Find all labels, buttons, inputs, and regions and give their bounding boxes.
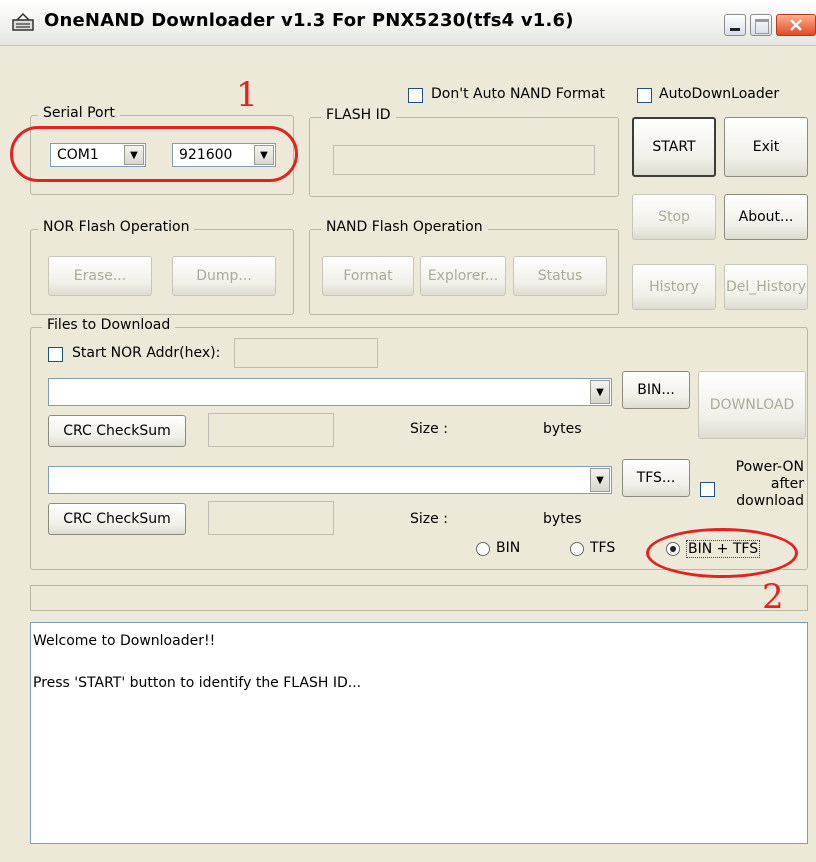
bin-file-select[interactable]: ▼ (48, 378, 612, 406)
close-icon (790, 19, 802, 31)
nand-flash-label: NAND Flash Operation (321, 219, 488, 235)
tfs-file-select[interactable]: ▼ (48, 466, 612, 494)
annotation-oval-2 (646, 528, 798, 578)
dump-button[interactable]: Dump... (172, 256, 276, 296)
bytes-label-bin: bytes (543, 421, 582, 437)
chevron-down-icon[interactable]: ▼ (590, 468, 610, 492)
size-label-bin: Size : (410, 421, 448, 437)
log-line: Press 'START' button to identify the FLA… (33, 675, 362, 691)
dont-auto-nand-format-label: Don't Auto NAND Format (431, 86, 606, 102)
history-button[interactable]: History (632, 264, 716, 310)
crc-checksum-button-bin[interactable]: CRC CheckSum (48, 415, 186, 447)
bin-browse-button[interactable]: BIN... (622, 371, 690, 409)
serial-port-label: Serial Port (38, 105, 120, 121)
auto-downloader-checkbox[interactable] (637, 88, 652, 103)
flash-id-field (333, 145, 595, 175)
download-button[interactable]: DOWNLOAD (698, 371, 806, 439)
minimize-icon (730, 28, 740, 31)
status-button[interactable]: Status (513, 256, 607, 296)
power-on-line-2: after (770, 476, 804, 492)
radio-bin-label: BIN (496, 540, 521, 556)
log-area[interactable]: Welcome to Downloader!! Press 'START' bu… (30, 622, 808, 844)
chevron-down-icon[interactable]: ▼ (590, 380, 610, 404)
flash-id-label: FLASH ID (321, 107, 396, 123)
power-on-line-3: download (736, 493, 804, 509)
radio-tfs[interactable] (570, 542, 584, 556)
bytes-label-tfs: bytes (543, 511, 582, 527)
erase-button[interactable]: Erase... (48, 256, 152, 296)
explorer-button[interactable]: Explorer... (420, 256, 506, 296)
power-on-after-download-checkbox[interactable] (700, 482, 715, 497)
exit-button[interactable]: Exit (724, 117, 808, 177)
crc-value-field-bin (208, 413, 334, 447)
start-nor-addr-field (234, 338, 378, 368)
start-nor-addr-label: Start NOR Addr(hex): (72, 345, 221, 361)
tfs-browse-button[interactable]: TFS... (622, 459, 690, 497)
progress-bar (30, 585, 808, 611)
power-on-line-1: Power-ON (735, 459, 804, 475)
power-on-after-download-label: Power-ON after download (720, 459, 804, 510)
window-title: OneNAND Downloader v1.3 For PNX5230(tfs4… (44, 10, 574, 31)
crc-checksum-button-tfs[interactable]: CRC CheckSum (48, 503, 186, 535)
stop-button[interactable]: Stop (632, 194, 716, 240)
start-button[interactable]: START (632, 117, 716, 177)
auto-downloader-label: AutoDownLoader (659, 86, 780, 102)
app-icon (12, 12, 34, 31)
close-button[interactable] (776, 14, 816, 36)
annotation-oval-1 (10, 126, 298, 182)
del-history-button[interactable]: Del_History (724, 264, 808, 310)
format-button[interactable]: Format (322, 256, 414, 296)
radio-tfs-label: TFS (590, 540, 616, 556)
annotation-marker-2: 2 (762, 577, 784, 617)
maximize-icon (755, 19, 769, 34)
annotation-marker-1: 1 (236, 75, 258, 115)
minimize-button[interactable] (724, 14, 746, 36)
about-button[interactable]: About... (724, 194, 808, 240)
dont-auto-nand-format-checkbox[interactable] (408, 88, 423, 103)
nor-flash-label: NOR Flash Operation (38, 219, 195, 235)
crc-value-field-tfs (208, 501, 334, 535)
radio-bin[interactable] (476, 542, 490, 556)
maximize-button[interactable] (750, 14, 772, 36)
log-line: Welcome to Downloader!! (33, 633, 216, 649)
size-label-tfs: Size : (410, 511, 448, 527)
start-nor-addr-checkbox[interactable] (48, 347, 63, 362)
files-to-download-label: Files to Download (42, 317, 176, 333)
